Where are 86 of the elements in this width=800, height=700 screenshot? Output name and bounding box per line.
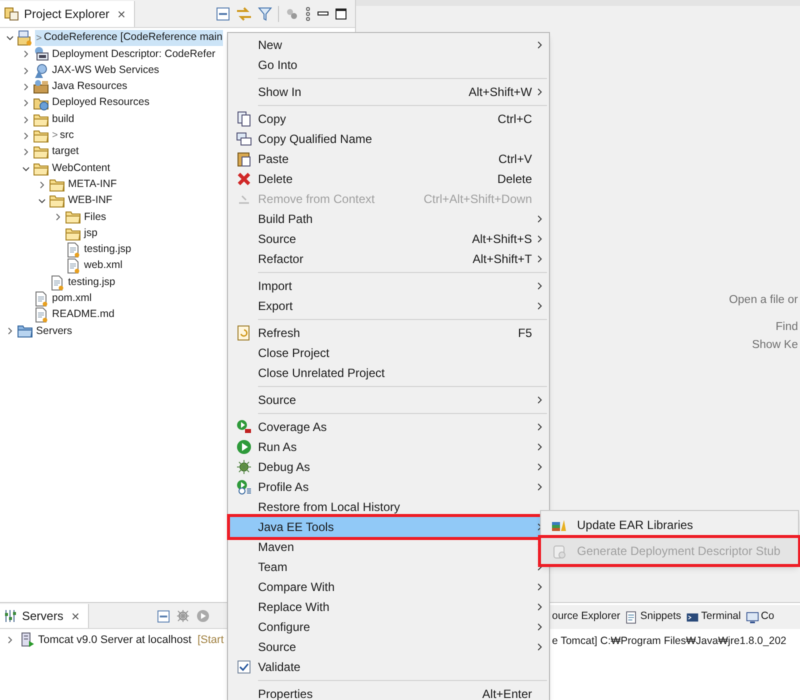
kebab-menu-icon[interactable] [305,7,311,21]
profile-icon [236,479,252,495]
tree-item[interactable]: JAX-WS Web Services [51,62,160,79]
menu-item[interactable]: Refresh F5 [230,323,547,343]
clipboard-icon [236,151,252,167]
menu-item[interactable]: Build Path [230,209,547,229]
server-state: [Start [197,632,224,648]
close-button[interactable]: × [113,4,130,24]
cluster-icon[interactable] [285,7,299,21]
snippets-icon [625,610,638,624]
run-icon [236,439,252,455]
menu-item[interactable]: Profile As [230,477,547,497]
tree-item[interactable]: testing.jsp [83,242,132,258]
tree-item[interactable]: > src [51,128,75,144]
link-arrows-icon[interactable] [236,7,252,21]
run-icon[interactable] [196,609,210,623]
coverage-icon [236,419,252,435]
menu-item[interactable]: New [230,35,547,55]
tree-item[interactable]: pom.xml [51,291,93,307]
tree-item[interactable]: testing.jsp [67,274,116,290]
menu-item[interactable]: Refactor Alt+Shift+T [230,249,547,269]
tree-item[interactable]: Java Resources [51,79,128,95]
menu-item[interactable]: Compare With [230,577,547,597]
tree-item[interactable]: target [51,144,80,160]
menu-item[interactable]: Replace With [230,597,547,617]
servers-icon [4,609,18,623]
view-tab[interactable]: Terminal [686,609,741,625]
menu-item[interactable]: Source [230,390,547,410]
project-explorer-tab[interactable]: Project Explorer × [0,1,135,27]
menu-item[interactable]: Source Alt+Shift+S [230,229,547,249]
menu-item[interactable]: Coverage As [230,417,547,437]
terminal-icon [686,610,700,624]
view-tab[interactable]: ource Explorer [552,609,620,625]
console-line: e Tomcat] C:₩Program Files₩Java₩jre1.8.0_202 [552,635,786,647]
menu-item[interactable]: Export [230,296,547,316]
hint-text: Find [776,320,798,336]
collapse-all-icon[interactable] [157,610,170,622]
tree-item[interactable]: WEB-INF [67,193,114,209]
hint-text: Open a file or [728,293,798,308]
tab-title: Project Explorer [24,6,110,23]
delete-icon [236,171,252,187]
menu-item[interactable]: Copy Ctrl+C [230,109,547,129]
server-icon [19,632,35,648]
close-button[interactable]: × [67,606,84,626]
menu-item[interactable]: Configure [230,617,547,637]
explorer-icon [4,6,20,22]
tab-title: Servers [22,608,64,625]
checkbox-icon [236,659,252,675]
copy-icon [236,111,252,127]
refresh-icon [236,325,252,341]
tree-item[interactable]: > CodeReference [CodeReference main [35,30,224,46]
view-tab[interactable]: Co [746,609,774,625]
menu-item[interactable]: Go Into [230,55,547,75]
menu-item[interactable]: Show In Alt+Shift+W [230,82,547,102]
tree-item[interactable]: Deployed Resources [51,95,150,112]
menu-item[interactable]: Close Project [230,343,547,363]
menu-item[interactable]: Debug As [230,457,547,477]
monitor-icon [746,610,759,624]
maximize-icon[interactable] [335,8,347,20]
tree-item[interactable]: META-INF [67,176,118,193]
menu-item[interactable]: Copy Qualified Name [230,129,547,149]
tree-item[interactable]: README.md [51,307,116,324]
menu-item[interactable]: Source [230,637,547,657]
bug-icon[interactable] [176,609,190,623]
tree-item[interactable]: Files [83,210,108,226]
tree-item[interactable]: WebContent [51,160,112,176]
jar-icon [551,543,567,559]
bug-icon [236,459,252,475]
collapse-all-icon[interactable] [216,7,230,21]
menu-item[interactable]: Run As [230,437,547,457]
tree-item[interactable]: jsp [83,226,98,242]
server-item[interactable]: Tomcat v9.0 Server at localhost [38,632,192,648]
copy-icon [236,131,252,147]
tree-item[interactable]: Servers [35,324,74,340]
servers-tab[interactable]: Servers × [0,604,89,628]
hint-text: Show Ke [752,338,798,352]
menu-item[interactable]: Import [230,276,547,296]
menu-item[interactable]: Delete Delete [230,169,547,189]
tree-item[interactable]: build [51,112,76,128]
menu-item[interactable]: Close Unrelated Project [230,363,547,383]
filter-icon[interactable] [258,7,272,21]
menu-item[interactable]: Paste Ctrl+V [230,149,547,169]
tree-item[interactable]: Deployment Descriptor: CodeRefer [51,46,216,62]
tree-item[interactable]: web.xml [83,258,124,274]
view-tab[interactable]: Snippets [625,609,682,625]
menu-item[interactable]: Validate [230,657,547,677]
